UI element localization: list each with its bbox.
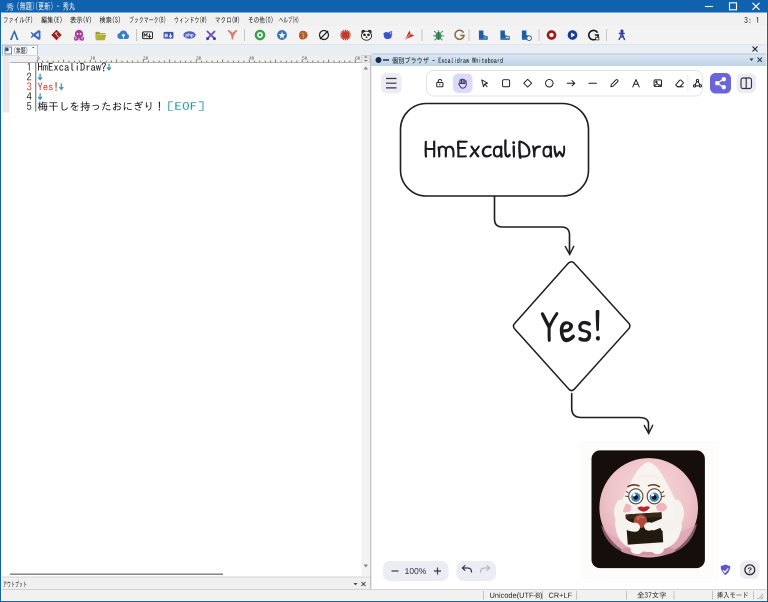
svg-text:php: php xyxy=(185,33,193,38)
